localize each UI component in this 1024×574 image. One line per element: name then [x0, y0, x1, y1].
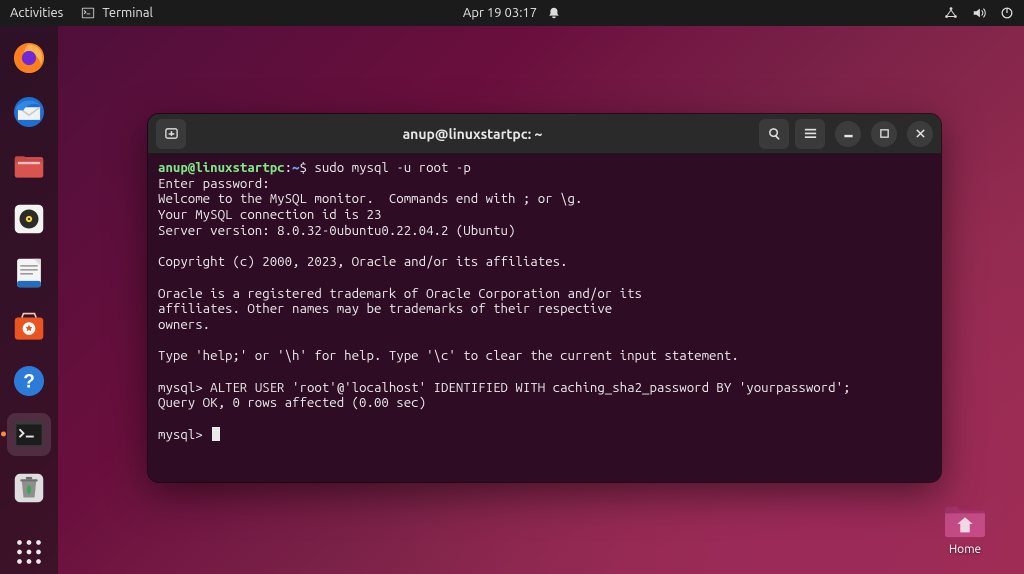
intro-line: Enter password: [158, 176, 270, 191]
intro-line: Oracle is a registered trademark of Orac… [158, 286, 642, 301]
intro-line: Your MySQL connection id is 23 [158, 207, 381, 222]
network-icon[interactable] [944, 6, 958, 20]
notifications-icon[interactable] [547, 6, 561, 20]
intro-line: owners. [158, 317, 210, 332]
intro-line: Server version: 8.0.32-0ubuntu0.22.04.2 … [158, 223, 515, 238]
activities-button[interactable]: Activities [10, 6, 63, 20]
intro-line: affiliates. Other names may be trademark… [158, 301, 612, 316]
dock-terminal[interactable] [7, 413, 51, 457]
terminal-title: anup@linuxstartpc: ~ [192, 126, 753, 142]
folder-icon [942, 502, 988, 540]
prompt-sigil: $ [300, 160, 307, 175]
mysql-prompt: mysql> [158, 427, 203, 442]
top-bar: Activities Terminal Apr 19 03:17 [0, 0, 1024, 26]
prompt-sep: : [285, 160, 292, 175]
desktop-home-label: Home [949, 543, 981, 556]
desktop-home-folder[interactable]: Home [934, 502, 996, 556]
dock-software[interactable] [7, 305, 51, 349]
intro-line: Copyright (c) 2000, 2023, Oracle and/or … [158, 254, 568, 269]
mysql-statement: ALTER USER 'root'@'localhost' IDENTIFIED… [210, 380, 850, 395]
dock-trash[interactable] [7, 466, 51, 510]
dock: ? [0, 26, 58, 574]
terminal-cursor [212, 427, 220, 441]
focused-app-indicator[interactable]: Terminal [81, 6, 153, 20]
mysql-prompt: mysql> [158, 380, 203, 395]
prompt-userhost: anup@linuxstartpc [158, 160, 285, 175]
mysql-result: Query OK, 0 rows affected (0.00 sec) [158, 395, 426, 410]
terminal-window: anup@linuxstartpc: ~ anup@linuxstartpc:~… [148, 114, 941, 482]
hamburger-menu-button[interactable] [795, 119, 825, 149]
terminal-icon [81, 6, 95, 20]
new-tab-button[interactable] [156, 119, 186, 149]
search-button[interactable] [759, 119, 789, 149]
minimize-button[interactable] [835, 121, 861, 147]
focused-app-name: Terminal [102, 6, 153, 20]
prompt-path: ~ [292, 160, 299, 175]
dock-firefox[interactable] [7, 36, 51, 80]
volume-icon[interactable] [972, 6, 986, 20]
svg-text:?: ? [23, 371, 35, 392]
cmd-line-1: sudo mysql -u root -p [314, 160, 470, 175]
terminal-titlebar[interactable]: anup@linuxstartpc: ~ [148, 114, 941, 154]
dock-files[interactable] [7, 144, 51, 188]
dock-writer[interactable] [7, 251, 51, 295]
close-button[interactable] [907, 121, 933, 147]
intro-line: Welcome to the MySQL monitor. Commands e… [158, 191, 582, 206]
intro-line: Type 'help;' or '\h' for help. Type '\c'… [158, 348, 739, 363]
maximize-button[interactable] [871, 121, 897, 147]
power-icon[interactable] [1000, 6, 1014, 20]
dock-rhythmbox[interactable] [7, 197, 51, 241]
dock-thunderbird[interactable] [7, 90, 51, 134]
terminal-body[interactable]: anup@linuxstartpc:~$ sudo mysql -u root … [148, 154, 941, 482]
clock[interactable]: Apr 19 03:17 [463, 6, 537, 20]
show-applications-button[interactable] [7, 530, 51, 574]
dock-help[interactable]: ? [7, 359, 51, 403]
